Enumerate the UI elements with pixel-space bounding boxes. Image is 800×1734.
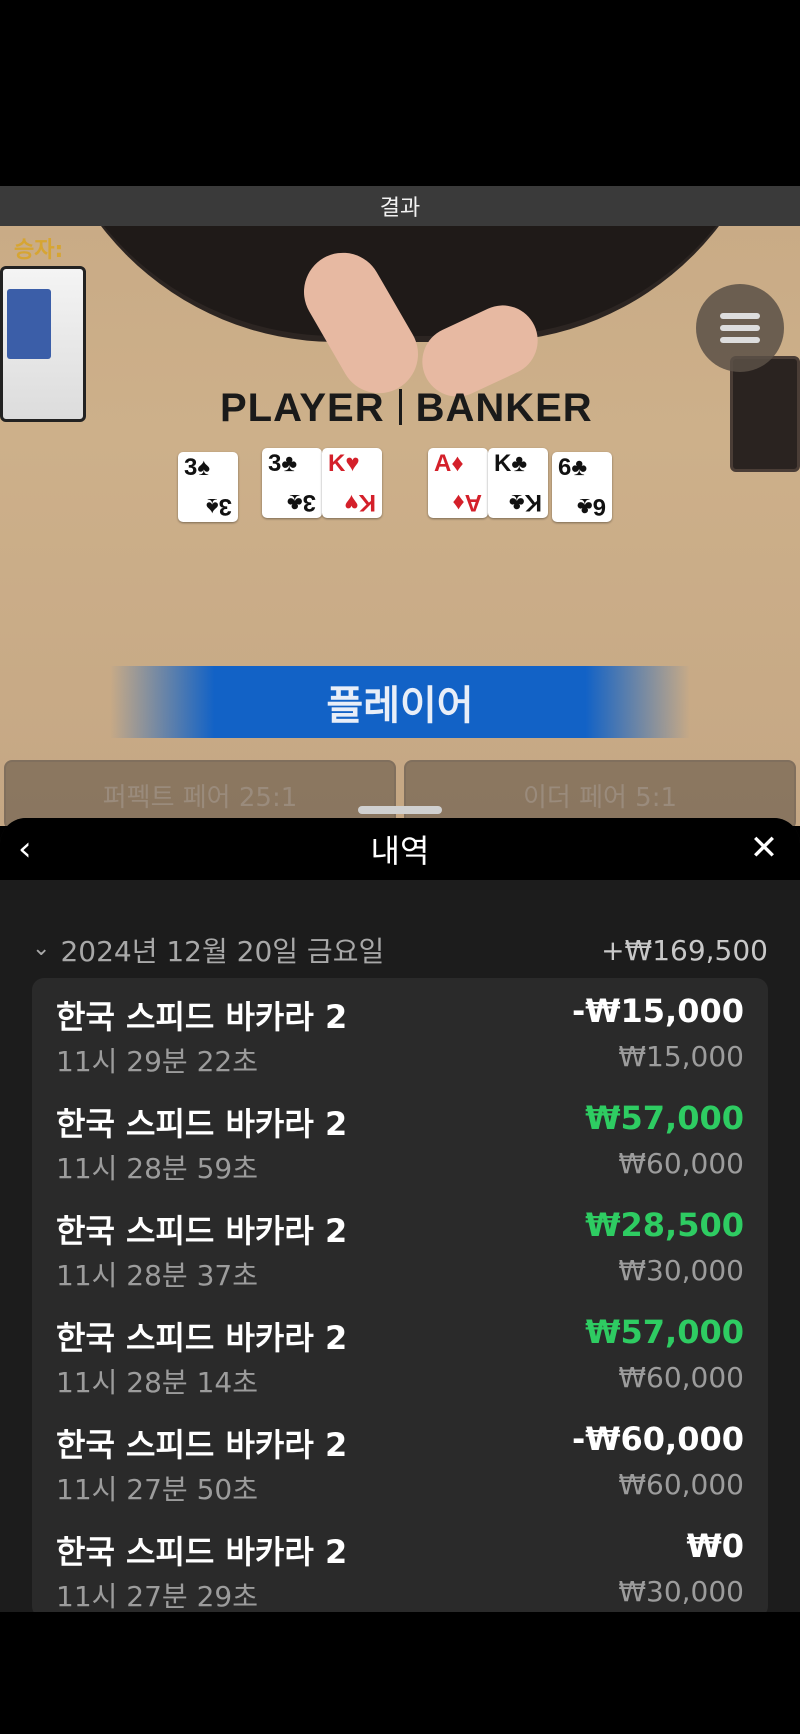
history-game-name: 한국 스피드 바카라 2 bbox=[56, 1319, 348, 1357]
shoe-card-back bbox=[7, 289, 51, 359]
card-rank-suit-inverted: K♣ bbox=[508, 489, 542, 516]
side-bets: 퍼펙트 페어 25:1 이더 페어 5:1 bbox=[4, 760, 796, 826]
playing-card: 3♣ 3♣ bbox=[262, 448, 322, 518]
history-bet-amount: ₩60,000 bbox=[618, 1361, 744, 1394]
bottom-black-area bbox=[0, 1612, 800, 1734]
history-bet-amount: ₩15,000 bbox=[618, 1040, 744, 1073]
history-row[interactable]: 한국 스피드 바카라 2 11시 29분 22초 -₩15,000 ₩15,000 bbox=[32, 978, 768, 1085]
card-rank-suit-inverted: K♥ bbox=[344, 489, 376, 516]
banker-layout-label: BANKER bbox=[415, 386, 593, 430]
result-bar: 결과 bbox=[0, 186, 800, 226]
table-rail bbox=[40, 226, 780, 342]
history-row[interactable]: 한국 스피드 바카라 2 11시 27분 29초 ₩0 ₩30,000 bbox=[32, 1513, 768, 1612]
date-group-total: +₩169,500 bbox=[601, 933, 768, 967]
history-time: 11시 29분 22초 bbox=[56, 1045, 258, 1078]
card-rank-suit: K♥ bbox=[328, 450, 360, 477]
card-rank-suit-inverted: 3♣ bbox=[286, 489, 316, 516]
history-game-name: 한국 스피드 바카라 2 bbox=[56, 1212, 348, 1250]
history-game-name: 한국 스피드 바카라 2 bbox=[56, 1533, 348, 1571]
history-payout-amount: ₩57,000 bbox=[585, 1313, 744, 1351]
playing-card: 3♠ 3♠ bbox=[178, 452, 238, 522]
sheet-grab-handle[interactable] bbox=[358, 806, 442, 814]
card-rank-suit: A♦ bbox=[434, 450, 464, 477]
history-payout-amount: ₩57,000 bbox=[585, 1099, 744, 1137]
winner-banner: 플레이어 bbox=[110, 666, 690, 738]
history-row[interactable]: 한국 스피드 바카라 2 11시 28분 14초 ₩57,000 ₩60,000 bbox=[32, 1299, 768, 1406]
close-icon[interactable]: ✕ bbox=[746, 830, 782, 866]
card-rank-suit: 6♣ bbox=[558, 454, 588, 481]
history-time: 11시 28분 37초 bbox=[56, 1259, 258, 1292]
history-time: 11시 28분 14초 bbox=[56, 1366, 258, 1399]
history-row[interactable]: 한국 스피드 바카라 2 11시 28분 37초 ₩28,500 ₩30,000 bbox=[32, 1192, 768, 1299]
date-group-date: 2024년 12월 20일 금요일 bbox=[60, 935, 385, 968]
card-rank-suit: 3♣ bbox=[268, 450, 298, 477]
side-bet-either-pair[interactable]: 이더 페어 5:1 bbox=[404, 760, 796, 826]
history-list: 한국 스피드 바카라 2 11시 29분 22초 -₩15,000 ₩15,000 한국… bbox=[32, 978, 768, 1612]
player-layout-label: PLAYER bbox=[220, 386, 385, 430]
side-bet-perfect-pair[interactable]: 퍼펙트 페어 25:1 bbox=[4, 760, 396, 826]
menu-button[interactable] bbox=[696, 284, 784, 372]
card-rank-suit-inverted: 3♠ bbox=[205, 493, 232, 520]
chevron-down-icon: ⌄ bbox=[32, 935, 51, 961]
history-payout-amount: ₩28,500 bbox=[585, 1206, 744, 1244]
playing-card: A♦ A♦ bbox=[428, 448, 488, 518]
history-payout-amount: ₩0 bbox=[686, 1527, 744, 1565]
history-sheet: ‹ 내역 ✕ ⌄ 2024년 12월 20일 금요일 +₩169,500 한국 … bbox=[0, 818, 800, 1612]
hamburger-icon bbox=[720, 313, 760, 343]
history-game-name: 한국 스피드 바카라 2 bbox=[56, 998, 348, 1036]
history-payout-amount: -₩15,000 bbox=[571, 992, 744, 1030]
history-row[interactable]: 한국 스피드 바카라 2 11시 28분 59초 ₩57,000 ₩60,000 bbox=[32, 1085, 768, 1192]
history-time: 11시 27분 29초 bbox=[56, 1580, 258, 1612]
winner-label: 승자: bbox=[14, 238, 64, 263]
winner-banner-text: 플레이어 bbox=[326, 683, 474, 729]
history-time: 11시 28분 59초 bbox=[56, 1152, 258, 1185]
history-game-name: 한국 스피드 바카라 2 bbox=[56, 1105, 348, 1143]
layout-divider bbox=[398, 389, 402, 425]
history-game-name: 한국 스피드 바카라 2 bbox=[56, 1426, 348, 1464]
history-bet-amount: ₩30,000 bbox=[618, 1575, 744, 1608]
discard-tray bbox=[730, 356, 800, 472]
card-rank-suit-inverted: A♦ bbox=[452, 489, 482, 516]
live-video-feed: 승자: PLAYER BANKER 3♠ 3♠ 3♣ 3♣ K♥ K♥ A♦ A♦ K♣ K♣ 6♣… bbox=[0, 226, 800, 826]
playing-card: 6♣ 6♣ bbox=[552, 452, 612, 522]
playing-card: K♣ K♣ bbox=[488, 448, 548, 518]
sheet-header: ‹ 내역 ✕ bbox=[0, 818, 800, 880]
playing-card: K♥ K♥ bbox=[322, 448, 382, 518]
history-bet-amount: ₩60,000 bbox=[618, 1147, 744, 1180]
date-group-header[interactable]: ⌄ 2024년 12월 20일 금요일 +₩169,500 bbox=[32, 930, 768, 970]
card-rank-suit: K♣ bbox=[494, 450, 528, 477]
top-black-area bbox=[0, 0, 800, 186]
sheet-title: 내역 bbox=[370, 832, 430, 870]
table-layout-text: PLAYER BANKER bbox=[220, 386, 593, 431]
chevron-left-icon[interactable]: ‹ bbox=[18, 832, 48, 866]
history-bet-amount: ₩30,000 bbox=[618, 1254, 744, 1287]
history-payout-amount: -₩60,000 bbox=[571, 1420, 744, 1458]
card-rank-suit: 3♠ bbox=[184, 454, 211, 481]
card-shoe bbox=[0, 266, 86, 422]
history-bet-amount: ₩60,000 bbox=[618, 1468, 744, 1501]
history-row[interactable]: 한국 스피드 바카라 2 11시 27분 50초 -₩60,000 ₩60,000 bbox=[32, 1406, 768, 1513]
history-time: 11시 27분 50초 bbox=[56, 1473, 258, 1506]
result-label: 결과 bbox=[379, 196, 421, 221]
card-rank-suit-inverted: 6♣ bbox=[576, 493, 606, 520]
